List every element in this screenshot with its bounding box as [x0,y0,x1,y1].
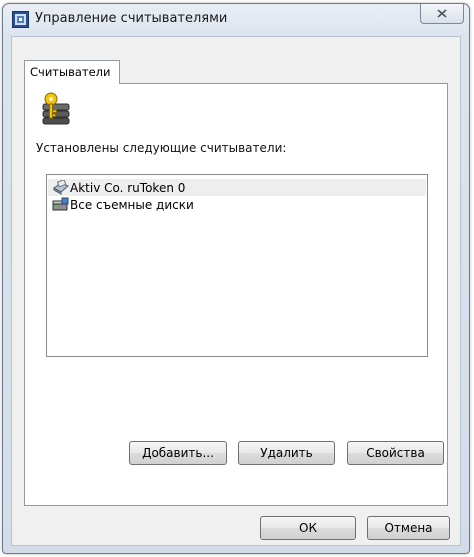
key-reader-icon [39,92,73,126]
ok-button[interactable]: ОК [260,516,356,540]
reader-list[interactable]: Aktiv Co. ruToken 0 Все съемные диски [46,174,428,357]
removable-drive-icon [52,197,69,212]
dialog-window: Управление считывателями Считыватели Уст… [2,3,470,554]
add-reader-button[interactable]: Добавить... [129,441,227,465]
tab-readers[interactable]: Считыватели [24,60,120,84]
remove-reader-button[interactable]: Удалить [238,441,335,465]
cancel-button[interactable]: Отмена [367,516,450,540]
reader-name: Aktiv Co. ruToken 0 [70,180,186,195]
tab-panel-readers: Установлены следующие считыватели: Aktiv… [24,83,448,506]
close-button[interactable] [420,4,464,24]
smartcard-reader-icon [52,179,69,195]
dialog-client-area: Считыватели Установлены следующие считыв… [11,36,461,546]
list-item[interactable]: Все съемные диски [48,196,426,213]
installed-readers-label: Установлены следующие считыватели: [36,141,287,155]
window-title: Управление считывателями [35,11,228,26]
app-icon [12,11,29,28]
title-bar[interactable]: Управление считывателями [3,4,469,34]
close-icon [437,9,447,18]
reader-name: Все съемные диски [70,197,194,212]
reader-properties-button[interactable]: Свойства [347,441,444,465]
list-item[interactable]: Aktiv Co. ruToken 0 [48,179,426,196]
